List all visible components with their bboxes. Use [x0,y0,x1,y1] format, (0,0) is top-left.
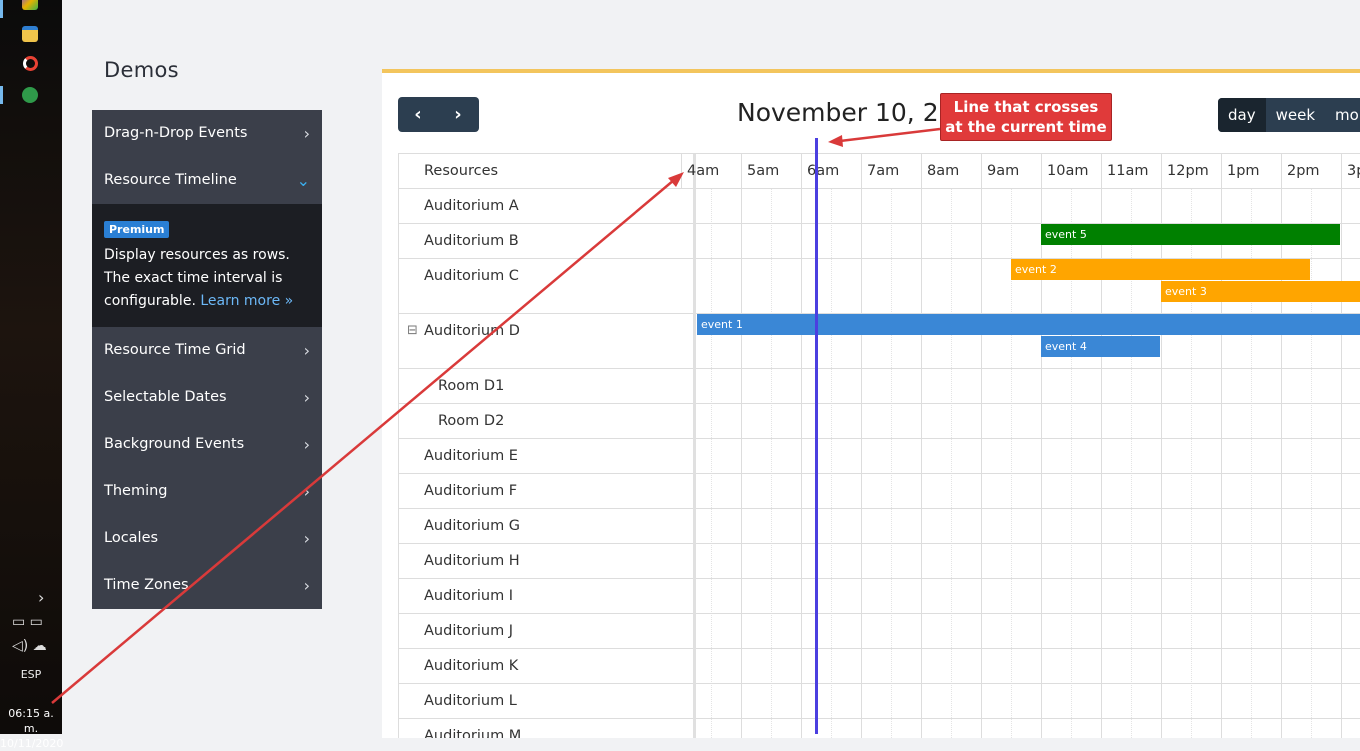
clock-date: 10/11/2020 [0,737,64,750]
callout-line-1: Line that crosses [953,98,1099,116]
annotation-callout: Line that crosses at the current time [940,93,1112,141]
callout-line-2: at the current time [945,118,1107,136]
arrow-head-icon [668,172,684,187]
annotation-arrow-line [839,127,941,143]
annotation-arrow-clock [51,179,675,704]
annotation-arrows [51,127,941,704]
arrow-head-icon [828,135,843,147]
